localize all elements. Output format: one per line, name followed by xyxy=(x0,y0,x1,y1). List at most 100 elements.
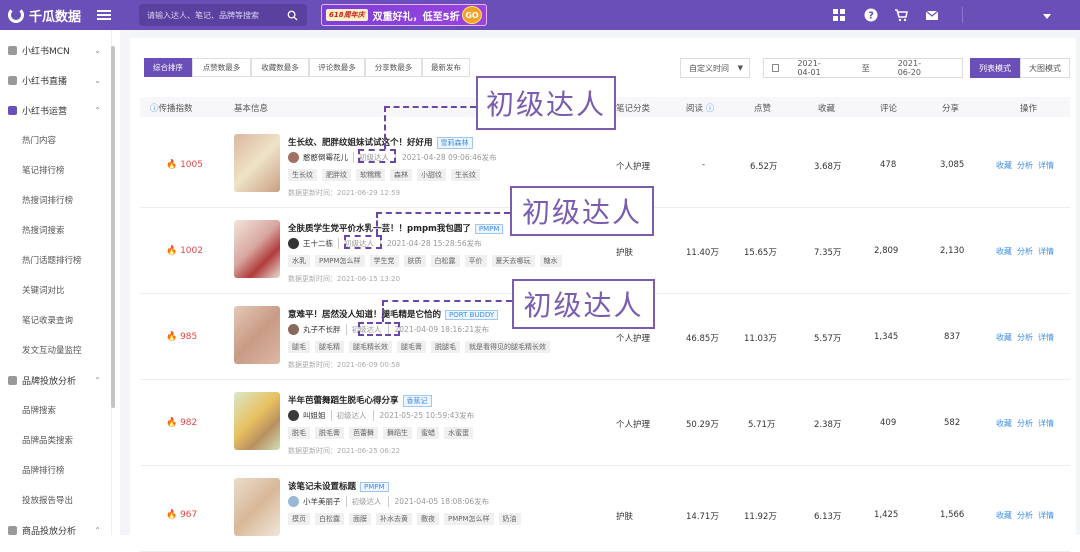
note-title[interactable]: 全肤质学生党平价水乳一芸！！pmpm我包圆了 PMPM xyxy=(288,222,504,234)
author-name[interactable]: 叫姐姐 xyxy=(303,410,326,421)
keyword-tag[interactable]: 生长纹 xyxy=(288,169,317,181)
analyze-link[interactable]: 分析 xyxy=(1017,511,1033,520)
sidebar-item-note-index-query[interactable]: 笔记收录查询 xyxy=(0,305,111,335)
brand-tag[interactable]: PMPM xyxy=(474,224,504,234)
sidebar-item-note-rank[interactable]: 笔记排行榜 xyxy=(0,155,111,185)
keyword-tag[interactable]: 腿毛 xyxy=(288,341,310,353)
details-link[interactable]: 详情 xyxy=(1038,419,1054,428)
author-name[interactable]: 小羊美丽子 xyxy=(303,496,341,507)
sidebar-item-brand-rank[interactable]: 品牌排行榜 xyxy=(0,455,111,485)
keyword-tag[interactable]: 芭蕾舞 xyxy=(349,427,378,439)
details-link[interactable]: 详情 xyxy=(1038,511,1054,520)
author-name[interactable]: 憨憨倒霉花儿 xyxy=(303,152,348,163)
avatar[interactable] xyxy=(288,238,299,249)
search-box[interactable]: 请输入达人、笔记、品牌等搜索 xyxy=(139,4,308,26)
sidebar-item-keyword-compare[interactable]: 关键词对比 xyxy=(0,275,111,305)
time-filter-dropdown[interactable]: 自定义时间 ▼ xyxy=(680,58,750,78)
promo-go-button[interactable]: GO xyxy=(462,6,483,24)
keyword-tag[interactable]: 脱毛膏 xyxy=(315,427,344,439)
header-favs[interactable]: 收藏 xyxy=(818,102,835,114)
favorite-link[interactable]: 收藏 xyxy=(996,247,1012,256)
keyword-tag[interactable]: 肤质 xyxy=(403,255,426,267)
sidebar-group-brand[interactable]: 品牌投放分析 ⌃ xyxy=(0,365,111,395)
avatar[interactable] xyxy=(288,324,299,335)
favorite-link[interactable]: 收藏 xyxy=(996,419,1012,428)
sidebar-item-brand-category-search[interactable]: 品牌品类搜索 xyxy=(0,425,111,455)
keyword-tag[interactable]: 夏天去哪玩 xyxy=(491,255,535,267)
brand-tag[interactable]: PORT BUDDY xyxy=(445,310,499,320)
keyword-tag[interactable]: PMPM怎么样 xyxy=(444,513,494,525)
sort-tab-composite[interactable]: 综合排序 xyxy=(144,58,192,77)
sidebar-item-brand-search[interactable]: 品牌搜索 xyxy=(0,395,111,425)
keyword-tag[interactable]: 摸页 xyxy=(288,513,310,525)
sidebar-item-topic-rank[interactable]: 热门话题排行榜 xyxy=(0,245,111,275)
keyword-tag[interactable]: 白松露 xyxy=(315,513,344,525)
date-end[interactable]: 2021-06-20 xyxy=(898,59,934,77)
sort-tab-shares[interactable]: 分享数最多 xyxy=(365,58,422,77)
note-title[interactable]: 该笔记未设置标题 PMPM xyxy=(288,480,389,492)
avatar[interactable] xyxy=(288,410,299,421)
date-range-picker[interactable]: 2021-04-01 至 2021-06-20 xyxy=(763,58,963,78)
keyword-tag[interactable]: 敷夜 xyxy=(417,513,439,525)
note-thumbnail[interactable] xyxy=(234,220,280,278)
author-name[interactable]: 丸子不长胖 xyxy=(303,324,341,335)
note-thumbnail[interactable] xyxy=(234,392,280,450)
analyze-link[interactable]: 分析 xyxy=(1017,247,1033,256)
account-dropdown-icon[interactable] xyxy=(1040,10,1054,24)
keyword-tag[interactable]: 脱毛 xyxy=(288,427,310,439)
keyword-tag[interactable]: 白松露 xyxy=(430,255,460,267)
keyword-tag[interactable]: 腿毛精长效 xyxy=(349,341,392,353)
sort-tab-latest[interactable]: 最新发布 xyxy=(422,58,470,77)
keyword-tag[interactable]: 蜜蜡 xyxy=(417,427,439,439)
header-rank[interactable]: ⓘ传播指数 xyxy=(150,102,193,114)
header-comments[interactable]: 评论 xyxy=(880,102,897,114)
analyze-link[interactable]: 分析 xyxy=(1017,161,1033,170)
sort-tab-favs[interactable]: 收藏数最多 xyxy=(251,58,309,77)
keyword-tag[interactable]: 舞蹈生 xyxy=(383,427,412,439)
note-title[interactable]: 半年芭蕾舞蹈生脱毛心得分享 香蕉记 xyxy=(288,394,432,407)
header-reads[interactable]: 阅读 ⓘ xyxy=(686,102,714,114)
app-logo[interactable]: 千瓜数据 xyxy=(8,6,81,25)
favorite-link[interactable]: 收藏 xyxy=(996,161,1012,170)
avatar[interactable] xyxy=(288,152,299,163)
details-link[interactable]: 详情 xyxy=(1038,333,1054,342)
sidebar-group-product[interactable]: 商品投放分析 ⌃ xyxy=(0,515,111,545)
note-title[interactable]: 意难平！居然没人知道！腿毛精是它恰的 PORT BUDDY xyxy=(288,308,499,320)
analyze-link[interactable]: 分析 xyxy=(1017,333,1033,342)
sidebar-item-report-export[interactable]: 投放报告导出 xyxy=(0,485,111,515)
keyword-tag[interactable]: 补水去黄 xyxy=(376,513,412,525)
mail-icon[interactable] xyxy=(925,8,939,22)
sort-tab-likes[interactable]: 点赞数最多 xyxy=(192,58,251,77)
sidebar-group-live[interactable]: 小红书直播 ⌄ xyxy=(0,65,111,95)
brand-tag[interactable]: 雪莉森林 xyxy=(436,137,473,149)
details-link[interactable]: 详情 xyxy=(1038,161,1054,170)
header-likes[interactable]: 点赞 xyxy=(754,102,771,114)
note-thumbnail[interactable] xyxy=(234,134,280,192)
sidebar-item-interaction-monitor[interactable]: 发文互动量监控 xyxy=(0,335,111,365)
sidebar-group-mcn[interactable]: 小红书MCN ⌄ xyxy=(0,35,111,65)
keyword-tag[interactable]: 软糯糯 xyxy=(356,169,385,181)
sidebar-item-hot-content[interactable]: 热门内容 xyxy=(0,125,111,155)
help-icon[interactable]: ? xyxy=(864,8,878,22)
keyword-tag[interactable]: 腿毛膏 xyxy=(397,341,426,353)
apps-grid-icon[interactable] xyxy=(832,8,846,22)
view-grid-button[interactable]: 大图模式 xyxy=(1020,58,1070,78)
author-name[interactable]: 王十二栋 xyxy=(303,238,333,249)
date-start[interactable]: 2021-04-01 xyxy=(797,59,833,77)
keyword-tag[interactable]: 面膜 xyxy=(349,513,371,525)
keyword-tag[interactable]: 小甜纹 xyxy=(417,169,446,181)
note-thumbnail[interactable] xyxy=(234,478,280,536)
keyword-tag[interactable]: 水蜜蛋 xyxy=(444,427,473,439)
sidebar-group-ops[interactable]: 小红书运营 ⌃ xyxy=(0,95,111,125)
keyword-tag[interactable]: 肥胖纹 xyxy=(322,169,351,181)
keyword-tag[interactable]: 就是看得见的腿毛精长效 xyxy=(465,341,550,353)
favorite-link[interactable]: 收藏 xyxy=(996,333,1012,342)
keyword-tag[interactable]: PMPM怎么样 xyxy=(315,255,365,267)
brand-tag[interactable]: PMPM xyxy=(360,482,389,492)
note-thumbnail[interactable] xyxy=(234,306,280,364)
keyword-tag[interactable]: 生长纹 xyxy=(451,169,480,181)
cart-icon[interactable] xyxy=(894,8,908,22)
keyword-tag[interactable]: 腿毛精 xyxy=(315,341,344,353)
header-shares[interactable]: 分享 xyxy=(942,102,959,114)
sidebar-scrollbar[interactable] xyxy=(111,46,115,408)
